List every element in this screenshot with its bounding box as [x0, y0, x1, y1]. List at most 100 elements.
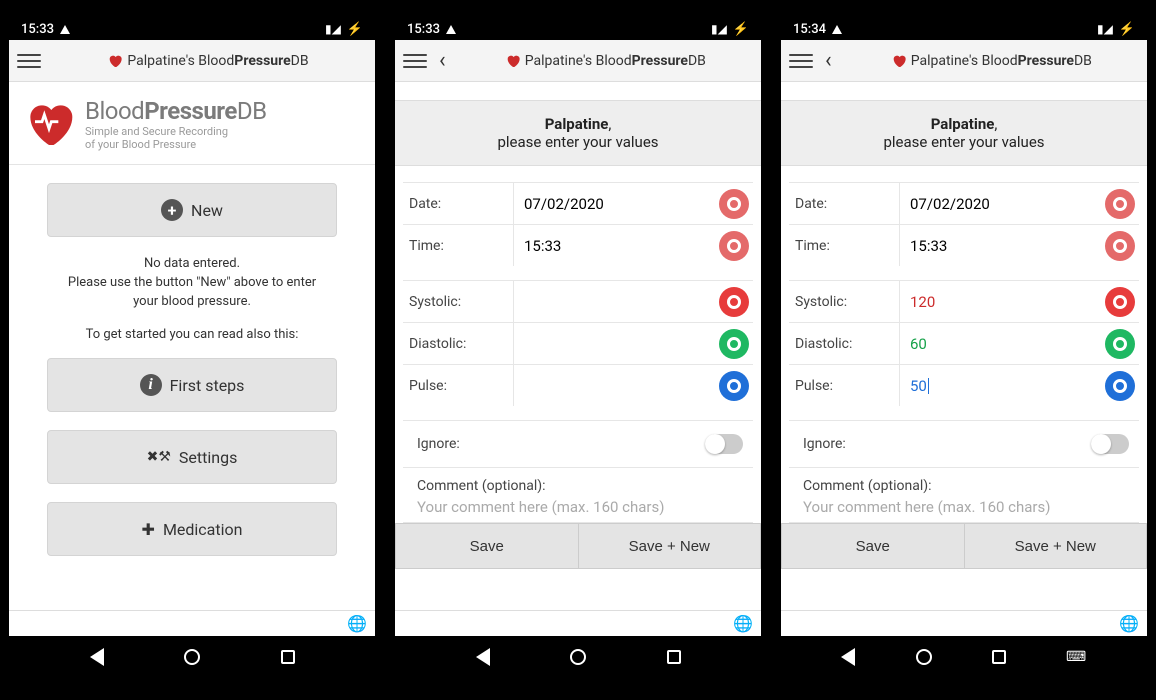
nav-recent[interactable] [281, 650, 295, 664]
date-row: Date: 07/02/2020 [789, 182, 1139, 224]
nav-bar [395, 636, 761, 678]
save-button[interactable]: Save [395, 523, 579, 569]
systolic-row: Systolic: 120 [789, 280, 1139, 322]
appbar-title: Palpatine's BloodPressureDB [525, 53, 706, 69]
status-time: 15:34 [793, 22, 826, 37]
systolic-indicator-icon[interactable] [719, 287, 749, 317]
new-button[interactable]: + New [47, 183, 337, 237]
logo-block: BloodPressureDB Simple and Secure Record… [9, 82, 375, 165]
nav-home[interactable] [916, 649, 932, 665]
time-indicator-icon[interactable] [1105, 231, 1135, 261]
app-bar: ‹ Palpatine's BloodPressureDB [395, 40, 761, 82]
empty-state-text: No data entered. Please use the button "… [47, 255, 337, 326]
diastolic-indicator-icon[interactable] [1105, 329, 1135, 359]
medication-label: Medication [163, 520, 243, 539]
logo-heart-icon [21, 96, 77, 152]
ignore-switch[interactable] [1091, 434, 1129, 454]
systolic-indicator-icon[interactable] [1105, 287, 1135, 317]
status-time: 15:33 [407, 22, 440, 37]
save-bar: Save Save + New [781, 523, 1147, 569]
systolic-input[interactable]: 120 [899, 281, 1101, 322]
warning-icon [446, 25, 456, 34]
wifi-icon: ▮◢ [1097, 22, 1113, 36]
ignore-row: Ignore: [403, 420, 753, 468]
medication-button[interactable]: ✚ Medication [47, 502, 337, 556]
wifi-icon: ▮◢ [325, 22, 341, 36]
diastolic-row: Diastolic: 60 [789, 322, 1139, 364]
date-row: Date: 07/02/2020 [403, 182, 753, 224]
diastolic-label: Diastolic: [403, 336, 513, 352]
user-name: Palpatine [545, 115, 609, 133]
heart-icon [505, 53, 521, 69]
heart-icon [107, 53, 123, 69]
date-indicator-icon[interactable] [1105, 189, 1135, 219]
time-row: Time: 15:33 [403, 224, 753, 266]
prompt: Palpatine, please enter your values [395, 100, 761, 166]
phone-entry-empty: 15:33 ▮◢⚡ ‹ Palpatine's BloodPressureDB … [395, 18, 761, 678]
brand-title: BloodPressureDB [85, 97, 267, 125]
ignore-switch[interactable] [705, 434, 743, 454]
footer-bar: 🌐 [781, 610, 1147, 636]
date-input[interactable]: 07/02/2020 [899, 183, 1101, 224]
save-button[interactable]: Save [781, 523, 965, 569]
nav-back[interactable] [841, 648, 855, 666]
diastolic-indicator-icon[interactable] [719, 329, 749, 359]
nav-back[interactable] [90, 648, 104, 666]
appbar-title: Palpatine's BloodPressureDB [911, 53, 1092, 69]
pulse-indicator-icon[interactable] [1105, 371, 1135, 401]
pulse-indicator-icon[interactable] [719, 371, 749, 401]
globe-icon[interactable]: 🌐 [1119, 614, 1139, 633]
pulse-input[interactable]: 50 [899, 365, 1101, 406]
ignore-label: Ignore: [803, 436, 846, 452]
systolic-label: Systolic: [403, 294, 513, 310]
save-new-button[interactable]: Save + New [965, 523, 1148, 569]
date-indicator-icon[interactable] [719, 189, 749, 219]
status-bar: 15:34 ▮◢ ⚡ [781, 18, 1147, 40]
app-bar: Palpatine's BloodPressureDB [9, 40, 375, 82]
nav-recent[interactable] [992, 650, 1006, 664]
globe-icon[interactable]: 🌐 [347, 614, 367, 633]
date-input[interactable]: 07/02/2020 [513, 183, 715, 224]
time-indicator-icon[interactable] [719, 231, 749, 261]
menu-icon[interactable] [17, 49, 41, 73]
back-icon[interactable]: ‹ [821, 48, 836, 73]
phone-entry-filled: 15:34 ▮◢⚡ ‹ Palpatine's BloodPressureDB … [781, 18, 1147, 678]
nav-back[interactable] [476, 648, 490, 666]
diastolic-input[interactable] [513, 323, 715, 364]
comment-input[interactable]: Your comment here (max. 160 chars) [803, 498, 1125, 516]
menu-icon[interactable] [789, 49, 813, 73]
settings-button[interactable]: ✖⚒ Settings [47, 430, 337, 484]
getting-started-text: To get started you can read also this: [78, 326, 307, 359]
diastolic-label: Diastolic: [789, 336, 899, 352]
menu-icon[interactable] [403, 49, 427, 73]
time-input[interactable]: 15:33 [513, 225, 715, 266]
diastolic-input[interactable]: 60 [899, 323, 1101, 364]
info-icon: i [140, 374, 162, 396]
prompt: Palpatine, please enter your values [781, 100, 1147, 166]
phone-home: 15:33 ▮◢⚡ Palpatine's BloodPressureDB Bl… [9, 18, 375, 678]
comment-row: Comment (optional): Your comment here (m… [789, 468, 1139, 523]
save-new-button[interactable]: Save + New [579, 523, 762, 569]
battery-icon: ⚡ [1119, 22, 1135, 37]
globe-icon[interactable]: 🌐 [733, 614, 753, 633]
first-steps-button[interactable]: i First steps [47, 358, 337, 412]
systolic-input[interactable] [513, 281, 715, 322]
nav-bar [9, 636, 375, 678]
save-bar: Save Save + New [395, 523, 761, 569]
appbar-title: Palpatine's BloodPressureDB [127, 53, 308, 69]
user-name: Palpatine [931, 115, 995, 133]
comment-row: Comment (optional): Your comment here (m… [403, 468, 753, 523]
pulse-input[interactable] [513, 365, 715, 406]
back-icon[interactable]: ‹ [435, 48, 450, 73]
nav-home[interactable] [184, 649, 200, 665]
comment-input[interactable]: Your comment here (max. 160 chars) [417, 498, 739, 516]
nav-recent[interactable] [667, 650, 681, 664]
pulse-label: Pulse: [403, 378, 513, 394]
nav-keyboard-icon[interactable]: ⌨ [1067, 647, 1087, 667]
comment-label: Comment (optional): [417, 478, 739, 494]
warning-icon [60, 25, 70, 34]
time-input[interactable]: 15:33 [899, 225, 1101, 266]
app-bar: ‹ Palpatine's BloodPressureDB [781, 40, 1147, 82]
nav-home[interactable] [570, 649, 586, 665]
prompt-text: please enter your values [403, 133, 753, 151]
